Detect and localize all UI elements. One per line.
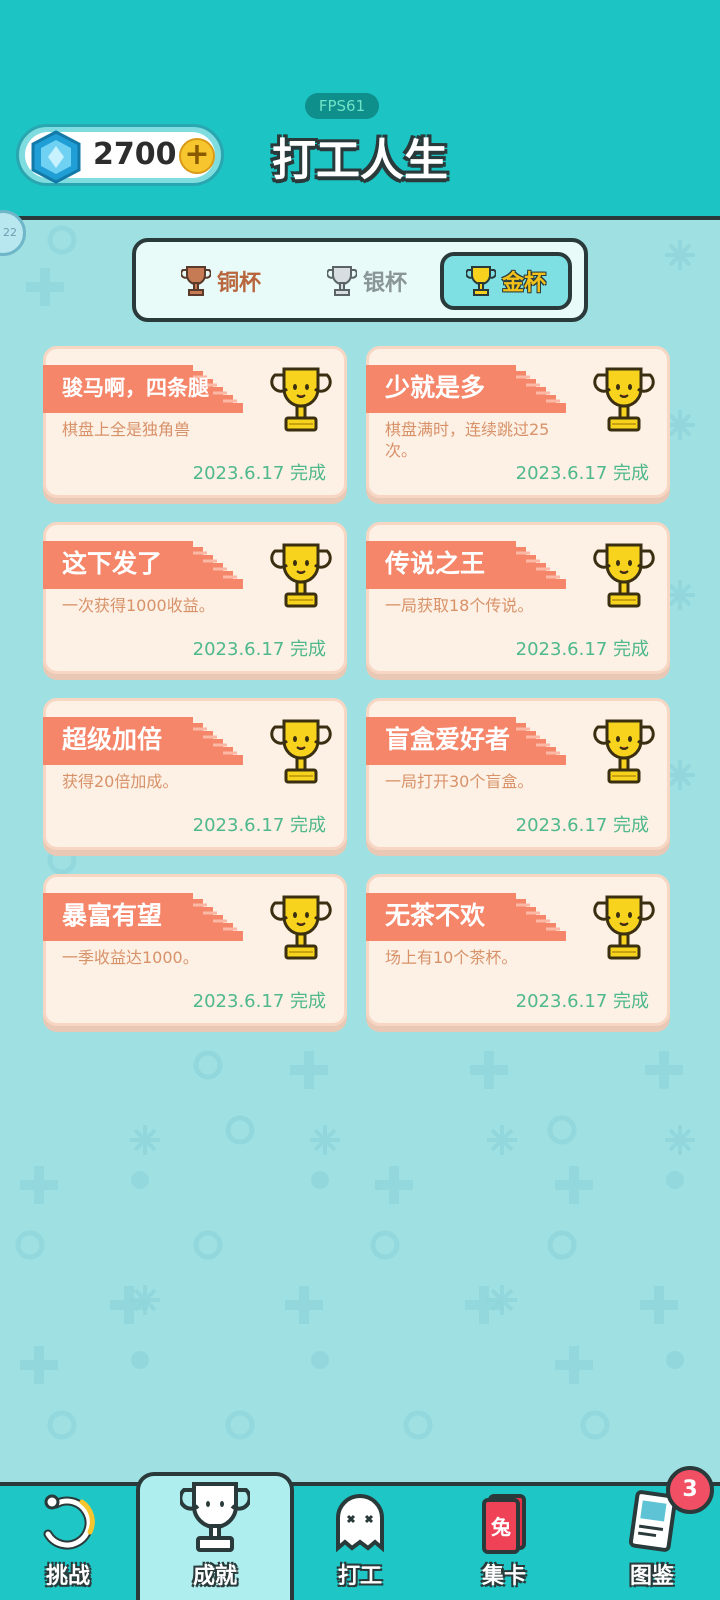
- notification-badge: 3: [666, 1466, 714, 1514]
- achievement-title: 超级加倍: [62, 725, 163, 754]
- achievement-title: 这下发了: [62, 549, 163, 578]
- nav-achievements-label: 成就: [192, 1564, 237, 1589]
- achievement-card[interactable]: 少就是多 棋盘满时，连续跳过25次。 2023.6.17 完成: [366, 346, 670, 498]
- silver-trophy-icon: [326, 266, 357, 296]
- achievement-description: 场上有10个茶杯。: [385, 948, 518, 967]
- trophy-tier-tabs: 铜杯 银杯 金杯: [132, 238, 588, 322]
- gem-balance[interactable]: 2700 +: [16, 124, 224, 186]
- achievement-completed-date: 2023.6.17 完成: [515, 991, 649, 1012]
- tab-silver[interactable]: 银杯: [302, 252, 432, 310]
- gold-trophy-icon: [270, 543, 332, 608]
- tab-silver-label: 银杯: [362, 271, 407, 296]
- gold-trophy-icon: [270, 367, 332, 432]
- achievement-description: 一局打开30个盲盒。: [385, 772, 534, 791]
- achievement-title: 骏马啊，四条腿: [62, 376, 209, 400]
- achievement-completed-date: 2023.6.17 完成: [515, 639, 649, 660]
- gem-balance-inner: 2700 +: [25, 130, 215, 184]
- achievement-title: 无茶不欢: [385, 901, 486, 930]
- achievement-title: 传说之王: [385, 549, 486, 578]
- achievement-card[interactable]: 无茶不欢 场上有10个茶杯。 2023.6.17 完成: [366, 874, 670, 1026]
- trophy-icon: [180, 1482, 250, 1552]
- achievement-card[interactable]: 这下发了 一次获得1000收益。 2023.6.17 完成: [43, 522, 347, 674]
- tab-gold[interactable]: 金杯: [440, 252, 572, 310]
- nav-work-label: 打工: [337, 1564, 382, 1589]
- achievement-completed-date: 2023.6.17 完成: [192, 991, 326, 1012]
- nav-encyclopedia-label: 图鉴: [629, 1564, 674, 1589]
- achievement-completed-date: 2023.6.17 完成: [515, 815, 649, 836]
- achievement-description: 一局获取18个传说。: [385, 596, 534, 615]
- card-icon-text: 兔: [490, 1515, 511, 1539]
- achievement-card[interactable]: 骏马啊，四条腿 棋盘上全是独角兽 2023.6.17 完成: [43, 346, 347, 498]
- card-icon: 兔: [482, 1494, 526, 1554]
- nav-challenge[interactable]: 挑战: [8, 1482, 128, 1600]
- nav-challenge-label: 挑战: [45, 1564, 90, 1589]
- gold-trophy-icon: [270, 895, 332, 960]
- page-title: 打工人生: [272, 135, 448, 186]
- add-gems-button[interactable]: +: [179, 138, 215, 174]
- achievement-completed-date: 2023.6.17 完成: [515, 463, 649, 484]
- gold-trophy-icon: [593, 367, 655, 432]
- achievement-description: 一季收益达1000。: [62, 948, 199, 967]
- nav-collect-cards[interactable]: 兔 集卡: [444, 1482, 564, 1600]
- achievement-completed-date: 2023.6.17 完成: [192, 815, 326, 836]
- top-header: FPS61 2700 + 打工人生: [0, 0, 720, 220]
- achievement-title: 盲盒爱好者: [385, 725, 511, 754]
- achievement-title: 少就是多: [385, 373, 486, 402]
- achievement-description: 一次获得1000收益。: [62, 596, 215, 615]
- gold-trophy-icon: [270, 719, 332, 784]
- achievement-completed-date: 2023.6.17 完成: [192, 463, 326, 484]
- achievement-description: 棋盘满时，连续跳过25次。: [385, 420, 550, 460]
- challenge-icon: [43, 1494, 95, 1550]
- nav-collect-cards-label: 集卡: [481, 1564, 526, 1589]
- gold-trophy-icon: [593, 543, 655, 608]
- ghost-icon: [336, 1494, 384, 1553]
- nav-work[interactable]: 打工: [300, 1482, 420, 1600]
- tab-bronze-label: 铜杯: [216, 271, 261, 296]
- achievement-title: 暴富有望: [62, 901, 163, 930]
- bronze-trophy-icon: [180, 266, 211, 296]
- gold-trophy-icon: [465, 266, 496, 296]
- tab-gold-label: 金杯: [501, 271, 546, 296]
- gem-count: 2700: [93, 137, 177, 172]
- achievement-card[interactable]: 传说之王 一局获取18个传说。 2023.6.17 完成: [366, 522, 670, 674]
- achievement-description: 获得20倍加成。: [62, 772, 179, 791]
- achievement-description: 棋盘上全是独角兽: [62, 420, 191, 439]
- nav-achievements[interactable]: 成就: [156, 1462, 274, 1600]
- gold-trophy-icon: [593, 719, 655, 784]
- achievement-card[interactable]: 暴富有望 一季收益达1000。 2023.6.17 完成: [43, 874, 347, 1026]
- achievement-completed-date: 2023.6.17 完成: [192, 639, 326, 660]
- achievement-card[interactable]: 超级加倍 获得20倍加成。 2023.6.17 完成: [43, 698, 347, 850]
- achievement-card[interactable]: 盲盒爱好者 一局打开30个盲盒。 2023.6.17 完成: [366, 698, 670, 850]
- fps-counter: FPS61: [305, 93, 379, 119]
- diamond-icon: [31, 130, 81, 184]
- tab-bronze[interactable]: 铜杯: [156, 252, 286, 310]
- gold-trophy-icon: [593, 895, 655, 960]
